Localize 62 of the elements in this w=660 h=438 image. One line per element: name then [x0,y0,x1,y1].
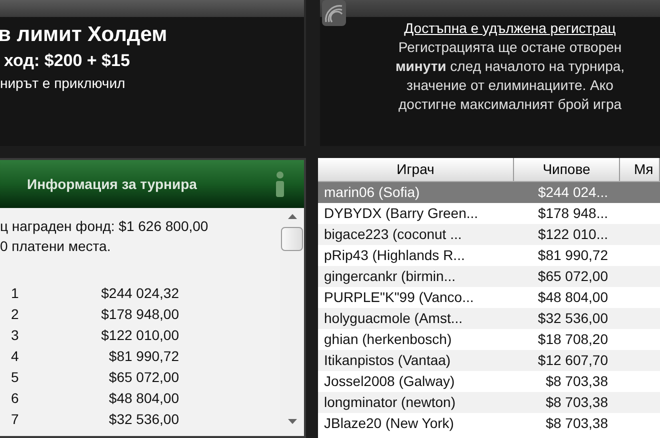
scrollbar-thumb[interactable] [281,227,303,251]
place-number: 5 [10,368,20,386]
place-number: 4 [10,346,20,366]
prize-amount: $81 990,72 [108,346,179,366]
player-name: Itikanpistos (Vantaa) [323,351,452,370]
tournament-status: нирът е приключил [0,74,126,93]
chip-count: $81 990,72 [536,246,608,265]
registration-text: минути след началото на турнира, [395,57,625,76]
table-row[interactable]: Itikanpistos (Vantaa) $12 607,70 [318,350,660,371]
table-row[interactable]: gingercankr (birmin... $65 072,00 [318,266,660,287]
column-header[interactable]: Играч [318,158,514,181]
registration-text: Регистрацията ще остане отворен [398,38,622,57]
place-number: 6 [10,388,20,408]
buy-in-text: ход: $200 + $15 [3,50,131,72]
column-header[interactable]: Мя [620,158,660,181]
player-name: holyguacmole (Amst... [323,309,464,328]
player-name: pRip43 (Highlands R... [323,246,466,265]
chip-count: $244 024... [536,183,608,202]
prize-amount: $65 072,00 [108,368,179,386]
chip-count: $8 703,38 [544,414,608,433]
player-name: gingercankr (birmin... [323,267,456,286]
chip-count: $8 703,38 [544,372,608,391]
place-number: 3 [10,326,20,344]
player-name: ghian (herkenbosch) [323,330,453,349]
chip-count: $18 708,20 [536,330,608,349]
chip-count: $178 948... [536,204,608,223]
table-row[interactable]: holyguacmole (Amst... $32 536,00 [318,308,660,329]
scroll-up-icon[interactable] [288,214,296,219]
paid-places-text: 0 платени места. [0,237,112,256]
player-name: bigace223 (coconut ... [323,225,463,244]
prize-amount: $244 024,32 [100,284,179,302]
info-panel-title: Информация за турнира [26,174,198,194]
table-row[interactable]: marin06 (Sofia) $244 024... [318,182,660,203]
player-name: marin06 (Sofia) [323,183,421,202]
chip-count: $65 072,00 [536,267,608,286]
player-name: PURPLE"K"99 (Vanco... [323,288,475,307]
prize-amount: $32 536,00 [108,410,179,428]
chip-count: $122 010... [536,225,608,244]
column-header[interactable]: Чипове [514,158,620,181]
player-name: DYBYDX (Barry Green... [323,204,480,223]
logo-icon [322,0,346,26]
prize-pool-text: ц награден фонд: $1 626 800,00 [0,217,210,236]
info-icon [274,171,286,197]
prize-amount: $122 010,00 [100,326,179,344]
chip-count: $48 804,00 [536,288,608,307]
table-row[interactable]: bigace223 (coconut ... $122 010... [318,224,660,245]
registration-text: значение от елиминациите. Ако [406,76,614,95]
chip-count: $32 536,00 [536,309,608,328]
place-number: 1 [10,284,20,302]
chip-count: $12 607,70 [536,351,608,370]
player-name: longminator (newton) [323,393,457,412]
player-name: JBlaze20 (New York) [323,414,455,433]
registration-heading[interactable]: Достъпна е удължена регистрац [404,19,616,38]
prize-amount: $48 804,00 [108,388,179,408]
table-row[interactable]: longminator (newton) $8 703,38 [318,392,660,413]
scroll-down-icon[interactable] [288,419,296,424]
chip-count: $8 703,38 [544,393,608,412]
player-name: Jossel2008 (Galway) [323,372,456,391]
registration-text: достигне максималният брой игра [398,95,622,114]
place-number: 7 [10,410,20,428]
place-number: 2 [10,304,20,324]
prize-amount: $178 948,00 [100,304,179,324]
